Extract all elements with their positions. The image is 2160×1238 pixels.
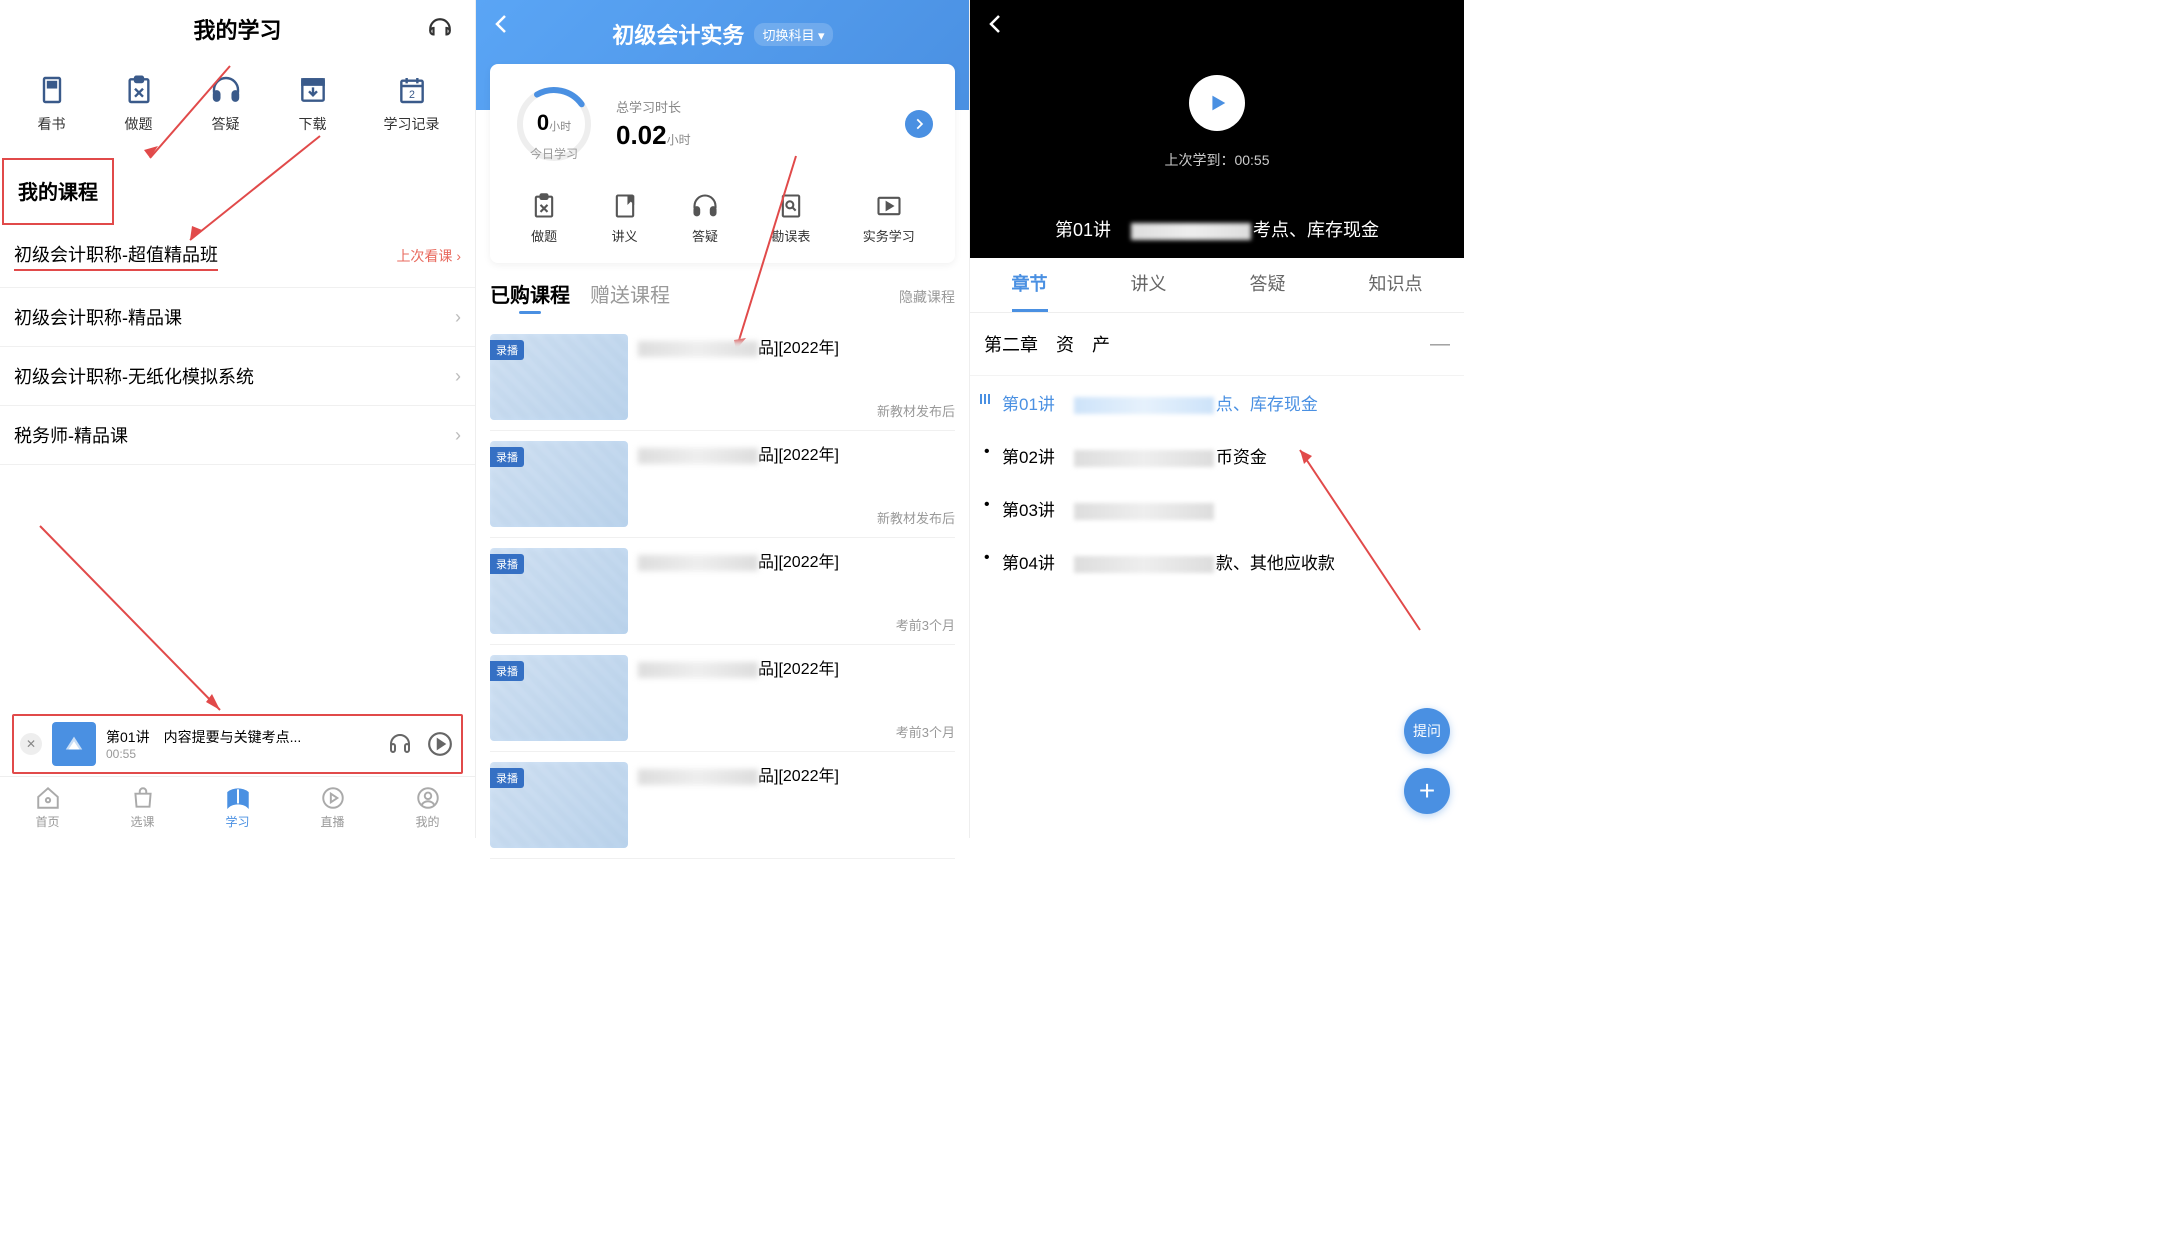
chevron-right-icon: ›	[455, 307, 461, 328]
course-item[interactable]: 税务师-精品课›	[0, 406, 475, 465]
course-item[interactable]: 初级会计职称-无纸化模拟系统›	[0, 347, 475, 406]
lesson-item[interactable]: 第04讲 款、其他应收款	[970, 535, 1464, 588]
tool-clipboard[interactable]: 做题	[123, 74, 155, 134]
lesson-item[interactable]: 第03讲	[970, 482, 1464, 535]
play-circle-icon[interactable]	[425, 729, 455, 759]
mini-player[interactable]: ✕ 第01讲 内容提要与关键考点... 00:55	[12, 714, 463, 774]
chevron-right-icon: ›	[455, 425, 461, 446]
course-card[interactable]: 录播品][2022年]考前3个月	[490, 645, 955, 752]
nav-play-circle[interactable]: 直播	[320, 785, 346, 830]
tab-purchased[interactable]: 已购课程	[490, 279, 570, 314]
nav-home[interactable]: 首页	[35, 785, 61, 830]
svg-text:2: 2	[409, 89, 415, 101]
player-title: 第01讲 内容提要与关键考点...	[106, 727, 375, 747]
subject-title: 初级会计实务	[612, 18, 744, 50]
total-value: 0.02小时	[616, 120, 885, 151]
tab-2[interactable]: 答疑	[1250, 270, 1286, 300]
tab-0[interactable]: 章节	[1012, 270, 1048, 300]
chevron-right-icon: ›	[455, 366, 461, 387]
back-icon[interactable]	[490, 12, 514, 36]
lesson-item[interactable]: 第01讲 点、库存现金	[970, 376, 1464, 429]
total-label: 总学习时长	[616, 97, 885, 116]
page-title: 我的学习	[193, 13, 281, 45]
support-icon[interactable]	[427, 16, 453, 42]
tool-search-doc[interactable]: 勘误表	[771, 192, 810, 245]
bottom-nav: 首页 选课 学习 直播 我的	[0, 776, 475, 838]
course-item[interactable]: 初级会计职称-超值精品班上次看课 ›	[0, 225, 475, 288]
tab-gifted[interactable]: 赠送课程	[590, 279, 670, 314]
tool-headphones[interactable]: 答疑	[691, 192, 719, 245]
player-thumbnail	[52, 722, 96, 766]
close-icon[interactable]: ✕	[20, 733, 42, 755]
tool-headphones[interactable]: 答疑	[210, 74, 242, 134]
switch-subject-button[interactable]: 切换科目 ▾	[754, 23, 832, 46]
hide-courses-button[interactable]: 隐藏课程	[899, 287, 955, 307]
collapse-icon[interactable]: —	[1430, 333, 1450, 356]
section-my-courses: 我的课程	[2, 158, 114, 225]
play-button[interactable]	[1189, 75, 1245, 131]
tab-1[interactable]: 讲义	[1131, 270, 1167, 300]
tool-note[interactable]: 讲义	[611, 192, 639, 245]
course-card[interactable]: 录播品][2022年]	[490, 752, 955, 859]
add-button[interactable]: +	[1404, 768, 1450, 814]
last-position: 上次学到：00:55	[970, 150, 1464, 170]
tab-3[interactable]: 知识点	[1369, 270, 1423, 300]
video-title: 第01讲 考点、库存现金	[970, 216, 1464, 242]
back-icon[interactable]	[984, 12, 1008, 36]
video-player[interactable]: 上次学到：00:55 第01讲 考点、库存现金	[970, 0, 1464, 258]
course-card[interactable]: 录播品][2022年]新教材发布后	[490, 324, 955, 431]
tool-book[interactable]: 看书	[36, 74, 68, 134]
details-arrow-icon[interactable]	[905, 110, 933, 138]
tool-clipboard[interactable]: 做题	[530, 192, 558, 245]
tool-download[interactable]: 下载	[297, 74, 329, 134]
today-gauge: 0小时 今日学习	[512, 82, 596, 166]
player-time: 00:55	[106, 747, 375, 761]
course-item[interactable]: 初级会计职称-精品课›	[0, 288, 475, 347]
tool-video[interactable]: 实务学习	[863, 192, 915, 245]
chapter-header[interactable]: 第二章 资 产 —	[970, 313, 1464, 376]
course-card[interactable]: 录播品][2022年]考前3个月	[490, 538, 955, 645]
nav-bag[interactable]: 选课	[130, 785, 156, 830]
nav-book-open[interactable]: 学习	[225, 785, 251, 830]
course-card[interactable]: 录播品][2022年]新教材发布后	[490, 431, 955, 538]
ask-question-button[interactable]: 提问	[1404, 708, 1450, 754]
tool-calendar[interactable]: 2学习记录	[384, 74, 440, 134]
nav-user[interactable]: 我的	[415, 785, 441, 830]
headphones-icon[interactable]	[385, 729, 415, 759]
last-watched[interactable]: 上次看课 ›	[396, 246, 461, 266]
lesson-item[interactable]: 第02讲 币资金	[970, 429, 1464, 482]
toolbar: 看书做题答疑下载 2学习记录	[0, 58, 475, 156]
